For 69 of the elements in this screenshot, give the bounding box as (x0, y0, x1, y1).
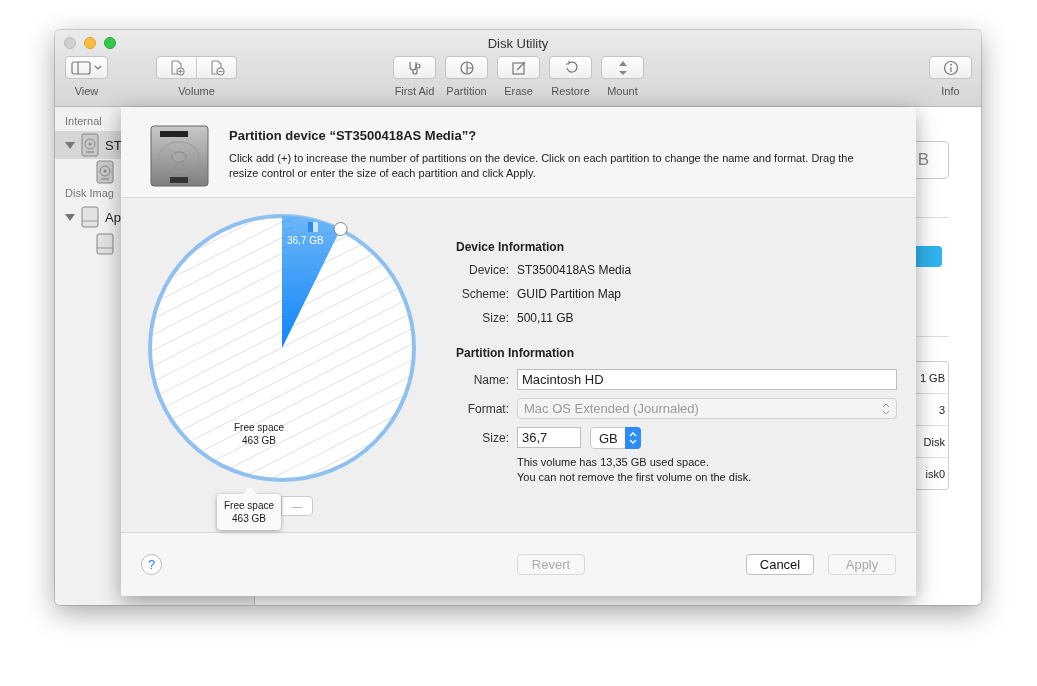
toolbar-button[interactable] (601, 56, 644, 79)
popover-size: 463 GB (231, 512, 267, 525)
table-cell: 1 GB (919, 371, 945, 384)
volume-icon (96, 233, 114, 255)
note-text: You can not remove the first volume on the disk. (517, 470, 753, 485)
table-cell: 3 (938, 403, 945, 416)
toolbar-label: Erase (504, 85, 533, 97)
field-label: Size: (481, 431, 509, 445)
sheet-message: Click add (+) to increase the number of partitions on the device. Click on each partition to change the name and format. Drag the resize control or enter the size of each partition and click Apply. (229, 151, 855, 181)
free-space-label: Free space (234, 421, 285, 434)
volume-size-label: 36,7 GB (287, 234, 324, 247)
field-label: Size: (481, 311, 509, 325)
sidebar-icon (70, 60, 103, 75)
table-cell: Disk (923, 435, 945, 448)
volume-control[interactable] (156, 56, 237, 79)
field-label: Device: (468, 263, 509, 277)
name-field[interactable]: Macintosh HD (517, 369, 897, 390)
sidebar-heading: Internal (64, 114, 103, 129)
toolbar-button[interactable] (497, 56, 540, 79)
close-button[interactable] (64, 37, 76, 49)
partition-pie-drawing[interactable] (146, 212, 418, 484)
pie-icon (458, 59, 475, 76)
stethoscope-icon (406, 59, 423, 76)
disclosure-triangle-icon[interactable] (65, 140, 75, 150)
zoom-button[interactable] (104, 37, 116, 49)
field-label: Name: (472, 372, 509, 387)
minimize-button[interactable] (84, 37, 96, 49)
dialog-button[interactable]: Cancel (746, 554, 814, 575)
window-title: Disk Utility (487, 35, 549, 51)
note-text: This volume has 13,35 GB used space. (517, 455, 710, 470)
remove-partition-button[interactable]: — (281, 496, 314, 516)
pencil-icon (510, 59, 527, 76)
toolbar-button[interactable] (549, 56, 592, 79)
toolbar-button[interactable] (65, 56, 108, 79)
disk-image-icon (81, 206, 99, 228)
toolbar-button[interactable] (393, 56, 436, 79)
field-label: Scheme: (460, 287, 509, 301)
chevron-icon (882, 402, 890, 415)
disclosure-triangle-icon[interactable] (65, 212, 75, 222)
hard-drive-icon (150, 125, 209, 187)
remove-volume-icon (208, 59, 225, 76)
toolbar-label: Restore (551, 85, 590, 97)
table-cell: isk0 (925, 467, 945, 480)
size-field[interactable]: 36,7 (517, 427, 581, 448)
free-space-size: 463 GB (241, 434, 277, 447)
sidebar-heading: Disk Imag (64, 186, 115, 201)
sheet-title: Partition device “ST3500418AS Media”? (229, 128, 478, 143)
field-label: Format: (466, 401, 509, 416)
unit-select[interactable]: GB (590, 427, 641, 449)
field-value: ST3500418AS Media (517, 263, 633, 277)
toolbar-button[interactable] (929, 56, 972, 79)
toolbar-label: View (74, 85, 99, 97)
field-value: GUID Partition Map (517, 287, 623, 301)
add-volume-icon (168, 59, 185, 76)
section-heading: Device Information (456, 240, 566, 254)
toolbar-label: First Aid (394, 85, 435, 97)
usage-bar (916, 246, 942, 267)
help-button[interactable]: ? (141, 554, 162, 575)
panel-text: B (917, 150, 929, 170)
field-value: 500,11 GB (517, 311, 575, 325)
section-heading: Partition Information (456, 346, 575, 360)
toolbar-label: Info (941, 85, 960, 97)
toolbar-label: Mount (607, 85, 638, 97)
volume-icon (96, 160, 114, 184)
toolbar-label: Volume (178, 85, 215, 97)
toolbar-button[interactable] (445, 56, 488, 79)
popover-title: Free space (224, 499, 275, 512)
toolbar-label: Partition (446, 85, 487, 97)
info-icon (942, 59, 959, 76)
